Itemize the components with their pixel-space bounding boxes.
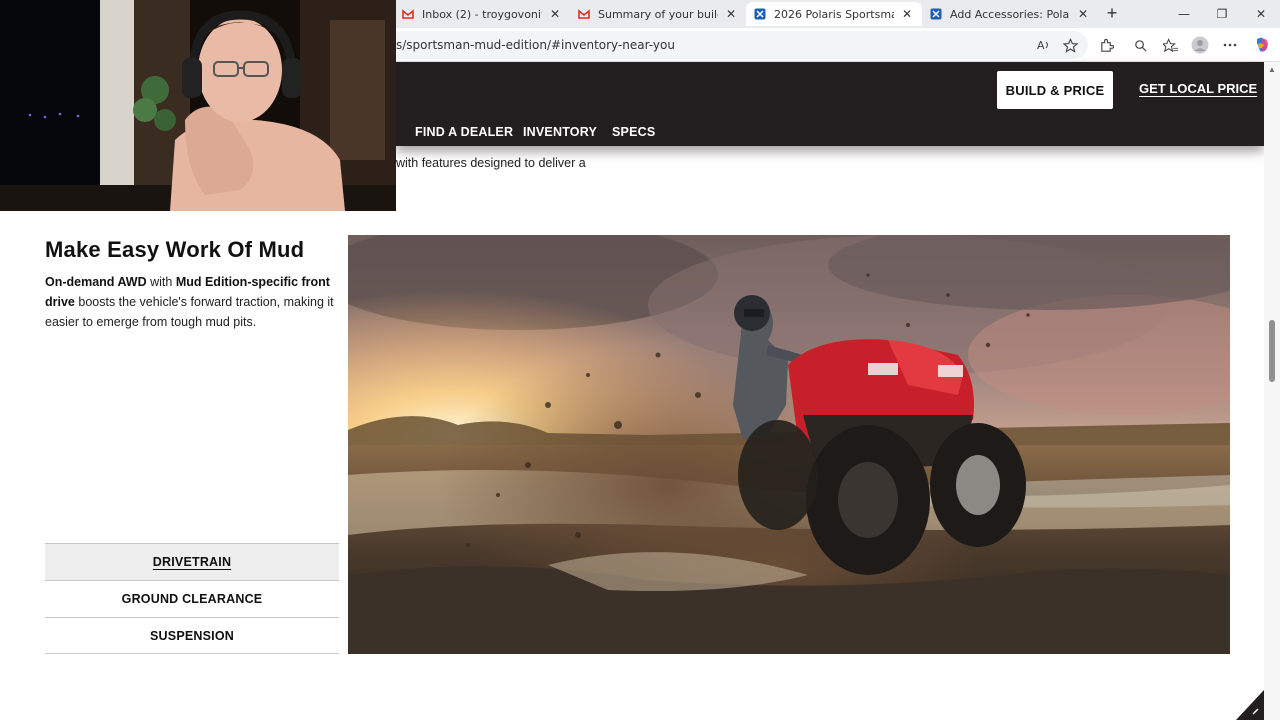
- desc-text: boosts the vehicle's forward traction, m…: [45, 295, 334, 329]
- polaris-icon: [754, 8, 766, 20]
- browser-tab-title: Inbox (2) - troygovoni90@gm: [422, 7, 542, 21]
- feature-tab-suspension[interactable]: SUSPENSION: [45, 617, 339, 654]
- close-icon[interactable]: ✕: [900, 7, 914, 21]
- favorite-star-icon[interactable]: [1060, 35, 1080, 55]
- section-title: Make Easy Work Of Mud: [45, 237, 305, 262]
- feature-tab-label: GROUND CLEARANCE: [121, 592, 263, 606]
- browser-tab-polaris-mud[interactable]: 2026 Polaris Sportsman Mud ✕: [746, 2, 922, 26]
- read-aloud-icon[interactable]: A: [1034, 35, 1054, 55]
- get-local-price-link[interactable]: GET LOCAL PRICE: [1139, 81, 1257, 96]
- new-tab-button[interactable]: +: [1100, 3, 1124, 25]
- page-scrollbar[interactable]: ▲: [1264, 62, 1280, 720]
- desc-bold-awd: On-demand AWD: [45, 275, 147, 289]
- close-icon[interactable]: ✕: [548, 7, 562, 21]
- feature-tab-list: DRIVETRAIN GROUND CLEARANCE SUSPENSION: [45, 543, 339, 654]
- browser-tab-summary[interactable]: Summary of your build - tgo ✕: [570, 2, 746, 26]
- gmail-icon: [402, 9, 414, 19]
- feature-tab-drivetrain[interactable]: DRIVETRAIN: [45, 543, 339, 580]
- close-icon[interactable]: ✕: [724, 7, 738, 21]
- restore-button[interactable]: ❐: [1203, 0, 1241, 28]
- build-and-price-button[interactable]: BUILD & PRICE: [997, 71, 1113, 109]
- scrollbar-thumb[interactable]: [1269, 320, 1275, 382]
- browser-tab-title: Summary of your build - tgo: [598, 7, 718, 21]
- gmail-icon: [578, 9, 590, 19]
- profile-avatar-icon[interactable]: [1190, 35, 1210, 55]
- copilot-icon[interactable]: [1252, 35, 1272, 55]
- browser-essentials-icon[interactable]: [1130, 35, 1150, 55]
- nav-inventory[interactable]: INVENTORY: [523, 125, 597, 139]
- url-text[interactable]: s/sportsman-mud-edition/#inventory-near-…: [396, 38, 675, 52]
- browser-tab-inbox[interactable]: Inbox (2) - troygovoni90@gm ✕: [394, 2, 570, 26]
- feature-tab-ground-clearance[interactable]: GROUND CLEARANCE: [45, 580, 339, 617]
- nav-specs[interactable]: SPECS: [612, 125, 655, 139]
- feature-tab-label: SUSPENSION: [150, 628, 234, 643]
- polaris-icon: [930, 8, 942, 20]
- browser-tab-accessories[interactable]: Add Accessories: Polaris Spo ✕: [922, 2, 1098, 26]
- close-window-button[interactable]: ✕: [1242, 0, 1280, 28]
- browser-tab-title: 2026 Polaris Sportsman Mud: [774, 7, 894, 21]
- browser-tab-title: Add Accessories: Polaris Spo: [950, 7, 1070, 21]
- svg-text:A: A: [1037, 39, 1045, 52]
- feedback-widget-icon[interactable]: [1236, 690, 1264, 720]
- feature-tab-label: DRIVETRAIN: [152, 555, 232, 569]
- site-header: BUILD & PRICE GET LOCAL PRICE FIND A DEA…: [396, 62, 1264, 146]
- scroll-up-arrow[interactable]: ▲: [1268, 66, 1276, 74]
- atv-mud-photo: [348, 235, 1230, 654]
- close-icon[interactable]: ✕: [1076, 7, 1090, 21]
- extensions-icon[interactable]: [1096, 35, 1116, 55]
- more-options-icon[interactable]: [1220, 35, 1240, 55]
- minimize-button[interactable]: —: [1165, 0, 1203, 28]
- nav-find-a-dealer[interactable]: FIND A DEALER: [415, 125, 513, 139]
- section-teaser-text: with features designed to deliver a: [396, 156, 586, 170]
- favorites-bar-icon[interactable]: [1160, 35, 1180, 55]
- section-description: On-demand AWD with Mud Edition-specific …: [45, 272, 340, 332]
- desc-text: with: [146, 275, 176, 289]
- webcam-overlay: [0, 0, 396, 211]
